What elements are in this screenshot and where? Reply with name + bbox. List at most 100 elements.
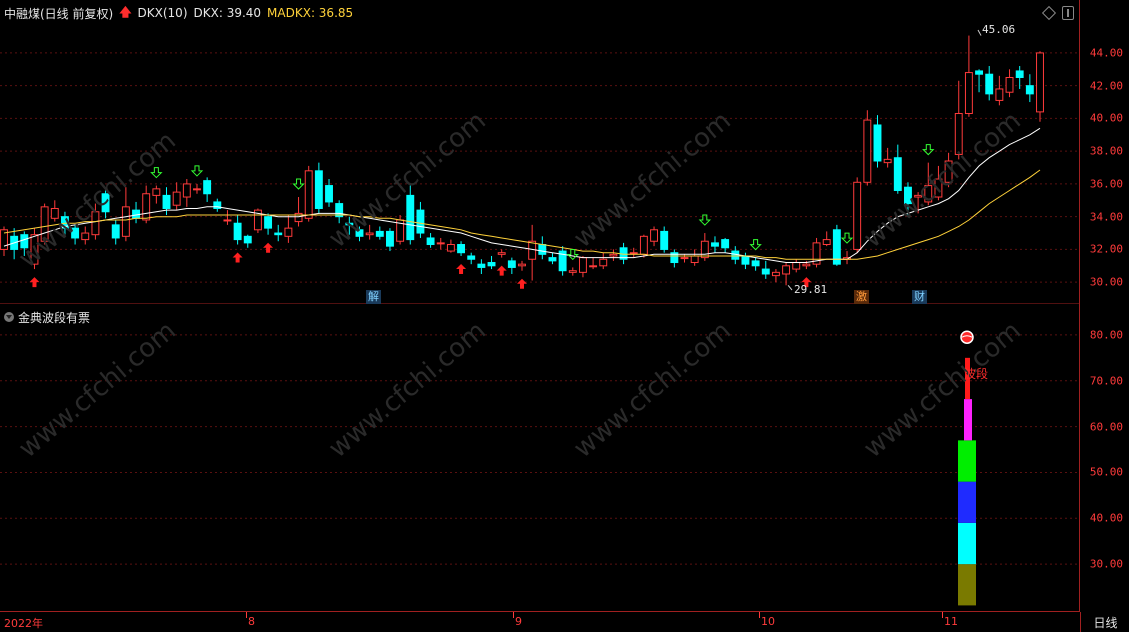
stock-name[interactable]: 中融煤(日线 前复权) <box>4 5 113 22</box>
candlestick-chart[interactable] <box>0 0 1080 304</box>
candle[interactable] <box>81 226 90 245</box>
candle[interactable] <box>386 228 394 252</box>
candle[interactable] <box>375 226 384 240</box>
candle[interactable] <box>20 231 29 256</box>
candle[interactable] <box>853 177 862 253</box>
candle[interactable] <box>193 183 201 194</box>
candle[interactable] <box>548 252 557 265</box>
candle[interactable] <box>213 198 222 212</box>
candle[interactable] <box>1025 74 1034 103</box>
candle[interactable] <box>670 249 679 268</box>
indicator-name[interactable]: DKX(10) <box>138 6 188 20</box>
candle[interactable] <box>538 236 547 260</box>
main-chart-panel[interactable] <box>0 0 1080 304</box>
candle[interactable] <box>436 237 445 250</box>
candle[interactable] <box>243 234 252 248</box>
event-marker-jie[interactable]: 解 <box>366 290 381 304</box>
candle[interactable] <box>121 187 130 242</box>
candle[interactable] <box>284 215 293 243</box>
candle[interactable] <box>335 200 344 224</box>
candle[interactable] <box>761 260 770 279</box>
candle[interactable] <box>904 182 912 216</box>
candle[interactable] <box>751 257 760 271</box>
event-marker-ji[interactable]: 激 <box>854 290 869 304</box>
candle[interactable] <box>233 215 242 245</box>
candle[interactable] <box>578 255 587 278</box>
candle[interactable] <box>50 200 59 222</box>
candle[interactable] <box>182 179 191 207</box>
candle[interactable] <box>599 252 608 270</box>
candle[interactable] <box>345 216 354 235</box>
panel-toggle-icon[interactable] <box>1062 6 1074 20</box>
candle[interactable] <box>152 185 161 204</box>
candle[interactable] <box>873 115 882 168</box>
candle[interactable] <box>650 226 658 247</box>
candle[interactable] <box>0 226 8 256</box>
candle[interactable] <box>172 182 181 211</box>
candle[interactable] <box>416 201 425 238</box>
candle[interactable] <box>721 237 730 253</box>
candle[interactable] <box>558 246 567 276</box>
candle[interactable] <box>944 152 953 188</box>
candle[interactable] <box>711 236 719 253</box>
candle[interactable] <box>782 262 791 286</box>
candle[interactable] <box>589 257 598 270</box>
candle[interactable] <box>995 75 1004 106</box>
candle[interactable] <box>893 144 902 194</box>
candle[interactable] <box>487 255 496 270</box>
candle[interactable] <box>690 249 699 266</box>
period-selector[interactable]: 日线 <box>1080 612 1129 632</box>
candle[interactable] <box>822 231 831 247</box>
candle[interactable] <box>568 267 577 276</box>
candle[interactable] <box>132 201 140 224</box>
candle[interactable] <box>223 210 232 225</box>
band-indicator-chart[interactable] <box>0 304 1080 612</box>
candle[interactable] <box>518 260 526 271</box>
candle[interactable] <box>477 259 486 274</box>
candle[interactable] <box>406 185 415 245</box>
candle[interactable] <box>355 226 364 242</box>
candle[interactable] <box>253 208 262 234</box>
candle[interactable] <box>101 190 110 219</box>
candle[interactable] <box>964 35 973 117</box>
candle[interactable] <box>426 233 435 248</box>
indicator-panel[interactable] <box>0 304 1080 612</box>
candle[interactable] <box>934 165 943 201</box>
candle[interactable] <box>467 252 476 265</box>
candle[interactable] <box>314 162 323 214</box>
candle[interactable] <box>609 249 618 261</box>
candle[interactable] <box>71 224 80 245</box>
candle[interactable] <box>507 257 516 274</box>
candle[interactable] <box>203 177 212 202</box>
candle[interactable] <box>863 110 872 186</box>
candle[interactable] <box>497 249 506 258</box>
candle[interactable] <box>700 233 709 261</box>
candle[interactable] <box>975 69 984 93</box>
candle[interactable] <box>528 224 537 281</box>
candle[interactable] <box>771 269 780 283</box>
candle[interactable] <box>30 228 39 270</box>
dropdown-icon[interactable] <box>4 312 14 322</box>
candle[interactable] <box>264 213 273 235</box>
diamond-icon[interactable] <box>1041 5 1057 21</box>
indicator-title[interactable]: 金典波段有票 <box>18 309 90 326</box>
candle[interactable] <box>1015 66 1024 89</box>
candle[interactable] <box>1005 69 1014 98</box>
candle[interactable] <box>274 224 283 242</box>
date-label: 11 <box>944 615 958 628</box>
candle[interactable] <box>812 237 821 268</box>
candle[interactable] <box>111 219 120 245</box>
candle[interactable] <box>792 259 801 273</box>
candle[interactable] <box>40 203 49 245</box>
candle[interactable] <box>457 241 466 256</box>
candle[interactable] <box>325 179 333 207</box>
candle[interactable] <box>294 197 303 227</box>
candle[interactable] <box>985 66 994 101</box>
candle[interactable] <box>954 80 963 160</box>
event-marker-cai[interactable]: 财 <box>912 290 927 304</box>
candle[interactable] <box>365 224 374 240</box>
candle[interactable] <box>446 239 455 253</box>
candle[interactable] <box>1036 51 1044 122</box>
candle[interactable] <box>660 226 669 253</box>
candle[interactable] <box>304 165 313 222</box>
